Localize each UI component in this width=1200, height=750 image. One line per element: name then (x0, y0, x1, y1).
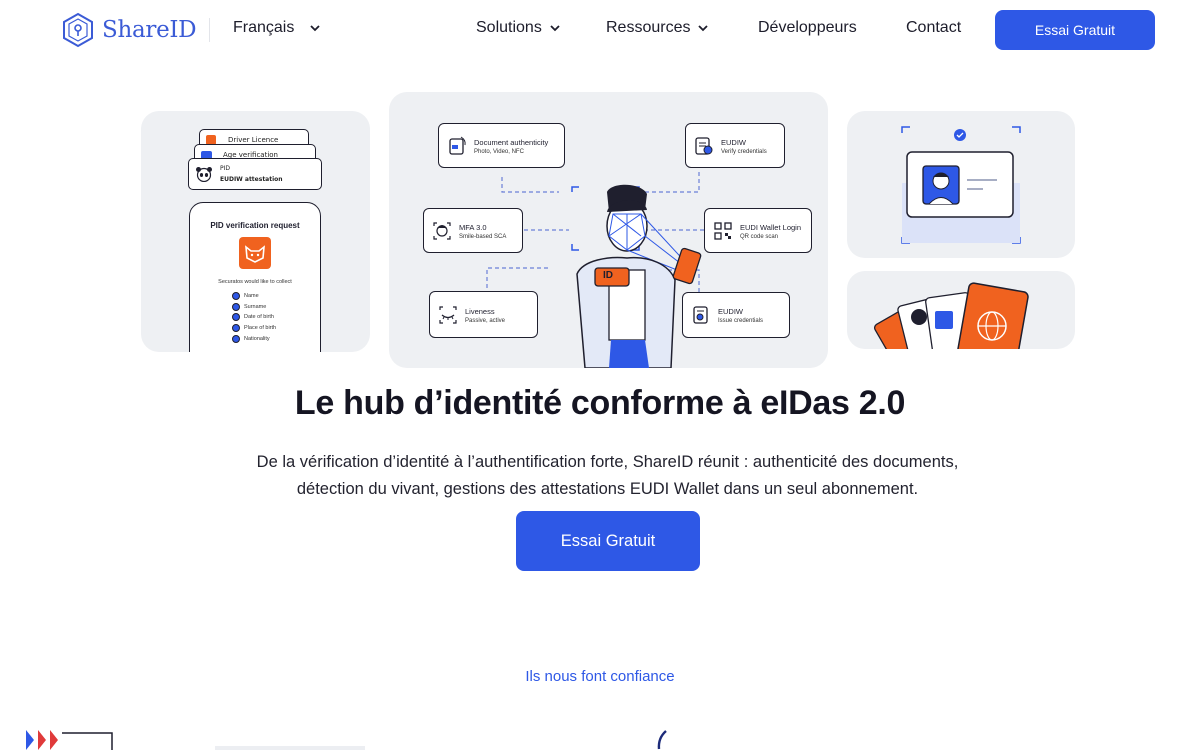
issue-credential-icon (693, 306, 708, 324)
nav-solutions[interactable]: Solutions (476, 19, 606, 37)
nav-solutions-label: Solutions (476, 19, 542, 36)
checkbox-icon (232, 292, 240, 301)
hero-subtitle-line: De la vérification d’identité à l’authen… (256, 453, 959, 471)
partner-logo (215, 746, 365, 750)
stack-card-pid: PID EUDIW attestation (188, 158, 322, 190)
feature-title: Document authenticity (474, 137, 549, 147)
request-note: Securatos would like to collect (218, 279, 292, 285)
nav-contact[interactable]: Contact (906, 19, 961, 37)
attribute-item[interactable]: Date of birth (232, 312, 276, 323)
feature-subtitle: Passive, active (465, 317, 506, 324)
feature-subtitle: QR code scan (740, 233, 779, 240)
phone-title: PID verification request (210, 221, 300, 230)
checkbox-icon (232, 313, 240, 322)
verify-credential-icon (695, 136, 713, 155)
chevron-down-icon (698, 25, 709, 32)
feature-title: EUDI Wallet Login (740, 222, 801, 232)
feature-subtitle: Photo, Video, NFC (474, 148, 524, 155)
feature-wallet-login: EUDI Wallet Login QR code scan (704, 208, 812, 253)
id-scan-card (847, 111, 1075, 258)
nav-divider (209, 18, 210, 42)
attribute-item[interactable]: Nationality (232, 333, 276, 344)
panda-icon (196, 167, 212, 182)
feature-subtitle: Verify credentials (721, 148, 767, 155)
feature-mfa: MFA 3.0 Smile-based SCA (423, 208, 523, 253)
feature-eudiw-verify: EUDIW Verify credentials (685, 123, 785, 168)
attribute-item[interactable]: Surname (232, 302, 276, 313)
documents-illustration (873, 282, 1029, 349)
person-illustration (576, 184, 702, 368)
trust-heading: Ils nous font confiance (525, 668, 675, 685)
attribute-label: Name (244, 293, 259, 300)
shareid-logo-icon (63, 12, 93, 48)
attribute-label: Date of birth (244, 314, 274, 321)
hero-subtitle-line: détection du vivant, gestions des attest… (296, 480, 919, 498)
qr-code-icon (714, 221, 732, 240)
checkbox-icon (232, 324, 240, 333)
hero-title: Le hub d’identité conforme à eIDas 2.0 (294, 384, 906, 422)
attribute-label: Place of birth (244, 325, 277, 332)
language-selector[interactable]: Français (233, 19, 320, 37)
checkbox-icon (232, 334, 240, 343)
feature-subtitle: Issue credentials (718, 318, 764, 324)
documents-card (847, 271, 1075, 349)
attribute-label: Nationality (244, 335, 270, 342)
nav-developpeurs-label: Développeurs (758, 19, 857, 36)
feature-subtitle: Smile-based SCA (459, 233, 507, 240)
feature-document-authenticity: Document authenticity Photo, Video, NFC (438, 123, 565, 168)
chevron-down-icon (550, 25, 560, 32)
attribute-label: Surname (244, 303, 267, 310)
language-label: Français (233, 19, 295, 36)
chevron-down-icon (310, 25, 320, 32)
phone-mockup: PID verification request Securatos would… (189, 202, 321, 352)
hero-free-trial-button[interactable]: Essai Gratuit (516, 511, 700, 571)
nav-ressources[interactable]: Ressources (606, 19, 758, 37)
nav-free-trial-button[interactable]: Essai Gratuit (995, 10, 1155, 50)
stack-label: Driver Licence (228, 136, 279, 144)
identity-hub-illustration: ID Document authenticity Photo, Video, NF… (389, 92, 828, 368)
checkbox-icon (232, 302, 240, 311)
stack-label: EUDIW attestation (220, 176, 283, 183)
pid-request-card: Driver Licence Age verification PID EUDI… (141, 111, 370, 352)
stack-label: PID (220, 165, 231, 172)
feature-title: MFA 3.0 (459, 222, 487, 232)
top-navigation: ShareID Français Solutions Ressources Dé… (0, 0, 1200, 60)
partner-logo (26, 730, 113, 750)
nav-links: Solutions Ressources Développeurs Contac… (476, 19, 961, 37)
nav-contact-label: Contact (906, 19, 962, 36)
attribute-list: Name Surname Date of birth Place of birt… (232, 291, 276, 344)
feature-liveness: Liveness Passive, active (429, 291, 538, 338)
document-scan-icon (449, 136, 466, 155)
nav-developpeurs[interactable]: Développeurs (758, 19, 906, 37)
liveness-eye-icon (439, 305, 457, 324)
feature-eudiw-issue: EUDIW Issue credentials (682, 292, 790, 338)
id-scan-illustration (901, 126, 1021, 244)
nav-ressources-label: Ressources (606, 19, 691, 36)
logo[interactable]: ShareID (60, 12, 197, 48)
attribute-item[interactable]: Name (232, 291, 276, 302)
feature-title: Liveness (465, 306, 495, 316)
fox-logo-icon (239, 237, 271, 269)
partner-logo (657, 730, 667, 750)
hero-subtitle: De la vérification d’identité à l’authen… (200, 449, 1015, 503)
logo-text: ShareID (102, 17, 197, 43)
attribute-item[interactable]: Place of birth (232, 323, 276, 334)
feature-title: EUDIW (721, 137, 746, 147)
id-card-label: ID (603, 270, 613, 281)
feature-title: EUDIW (718, 307, 743, 316)
face-smile-icon (433, 221, 451, 240)
